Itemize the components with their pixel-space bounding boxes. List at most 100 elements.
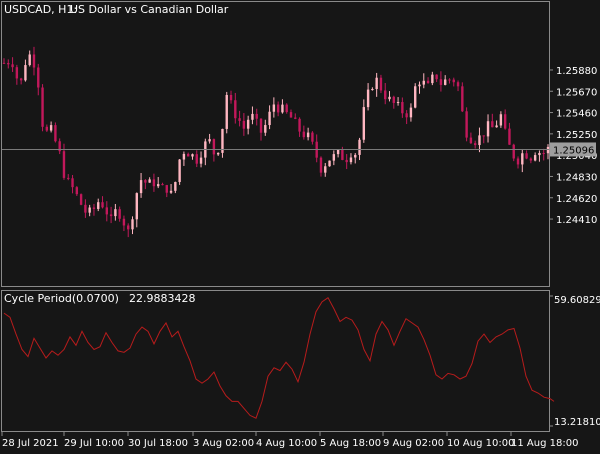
candle-body	[135, 193, 138, 220]
candle-body	[542, 152, 545, 154]
candle-body	[118, 209, 121, 219]
candle-body	[161, 184, 164, 186]
candle-body	[418, 84, 421, 87]
candle-body	[362, 107, 366, 140]
candle-body	[426, 80, 430, 84]
candle-body	[289, 112, 293, 118]
candle-body	[169, 190, 173, 193]
candle-body	[97, 202, 100, 209]
candle-body	[157, 184, 160, 187]
candle-body	[482, 135, 485, 137]
candle-body	[469, 137, 473, 144]
candle-body	[174, 182, 177, 191]
candle-body	[234, 100, 237, 119]
candle-body	[311, 132, 314, 142]
cycle-period-series	[3, 296, 555, 419]
candle-body	[152, 179, 156, 187]
candle-body	[392, 96, 395, 103]
candle-body	[238, 118, 241, 121]
candle-body	[473, 143, 477, 146]
candle-body	[195, 154, 198, 164]
candle-body	[533, 155, 537, 161]
candle-body	[49, 125, 53, 131]
candle-body	[62, 151, 66, 178]
candle-body	[41, 87, 44, 127]
candle-body	[302, 131, 306, 138]
candle-body	[45, 126, 49, 131]
candle-body	[529, 158, 533, 161]
candle-body	[324, 166, 327, 173]
chart-window: 1.25880 1.25670 1.25460 1.25250 1.25040 1.248…	[0, 0, 600, 450]
candle-body	[246, 119, 250, 129]
candle-body	[144, 180, 147, 183]
candle-body	[101, 202, 104, 208]
candle-body	[28, 54, 31, 66]
candle-body	[131, 219, 134, 230]
candle-body	[456, 82, 460, 87]
candle-body	[11, 64, 14, 68]
candle-body	[422, 80, 425, 85]
candle-body	[216, 152, 220, 155]
candle-body	[538, 152, 541, 156]
candle-body	[7, 62, 10, 65]
time-axis-label: 29 Jul 10:00	[64, 438, 124, 449]
indicator-axis-min: 13.2181016	[554, 417, 600, 428]
price-axis-label: 1.24410	[556, 215, 597, 226]
candle-body	[332, 154, 336, 161]
price-axis-label: 1.25460	[556, 109, 597, 120]
candle-body	[349, 157, 353, 163]
candle-body	[379, 77, 383, 91]
candle-body	[75, 187, 79, 195]
candle-body	[212, 139, 216, 155]
candle-body	[208, 139, 211, 142]
indicator-label: Cycle Period(0.0700)	[4, 292, 119, 305]
candle-body	[448, 79, 451, 81]
candle-body	[336, 149, 340, 155]
time-axis-label: 5 Aug 18:00	[320, 438, 381, 449]
price-axis-label: 1.24830	[556, 172, 597, 183]
candle-body	[264, 125, 267, 133]
candle-body	[461, 86, 464, 112]
candle-body	[443, 79, 447, 85]
candle-body	[281, 104, 284, 113]
price-axis-label: 1.25880	[556, 66, 597, 77]
candle-body	[431, 74, 434, 84]
time-axis-label: 9 Aug 02:00	[383, 438, 444, 449]
indicator-axis-max: 59.6082902	[554, 295, 600, 306]
candle-body	[401, 102, 404, 114]
candle-body	[384, 90, 387, 100]
candle-body	[319, 157, 323, 173]
candle-body	[414, 86, 417, 108]
price-axis-label: 1.25250	[556, 130, 597, 141]
candle-body	[242, 120, 246, 129]
candle-body	[371, 89, 374, 91]
candle-body	[439, 79, 443, 85]
time-axis-label: 28 Jul 2021	[2, 438, 59, 449]
candle-body	[396, 102, 400, 104]
candle-body	[298, 118, 301, 132]
symbol-description: US Dollar vs Canadian Dollar	[70, 3, 229, 16]
price-axis-label: 1.25670	[556, 87, 597, 98]
candle-body	[521, 153, 524, 165]
candle-body	[191, 154, 194, 157]
candle-body	[345, 159, 348, 163]
candle-body	[516, 158, 520, 165]
candle-body	[478, 135, 481, 146]
candle-body	[92, 207, 96, 209]
candlestick-series	[2, 46, 550, 238]
candle-body	[525, 153, 528, 159]
time-axis-label: 30 Jul 18:00	[128, 438, 188, 449]
candle-body	[495, 125, 498, 128]
candle-body	[499, 114, 503, 126]
candle-body	[328, 160, 331, 167]
candle-body	[508, 128, 511, 145]
candle-body	[139, 180, 143, 194]
current-price-label: 1.25096	[553, 145, 594, 156]
candle-body	[358, 139, 361, 155]
candle-body	[122, 218, 126, 226]
candle-body	[178, 159, 181, 183]
candle-body	[285, 104, 288, 113]
candle-body	[32, 54, 36, 68]
candle-body	[105, 207, 109, 215]
candle-body	[71, 178, 74, 188]
